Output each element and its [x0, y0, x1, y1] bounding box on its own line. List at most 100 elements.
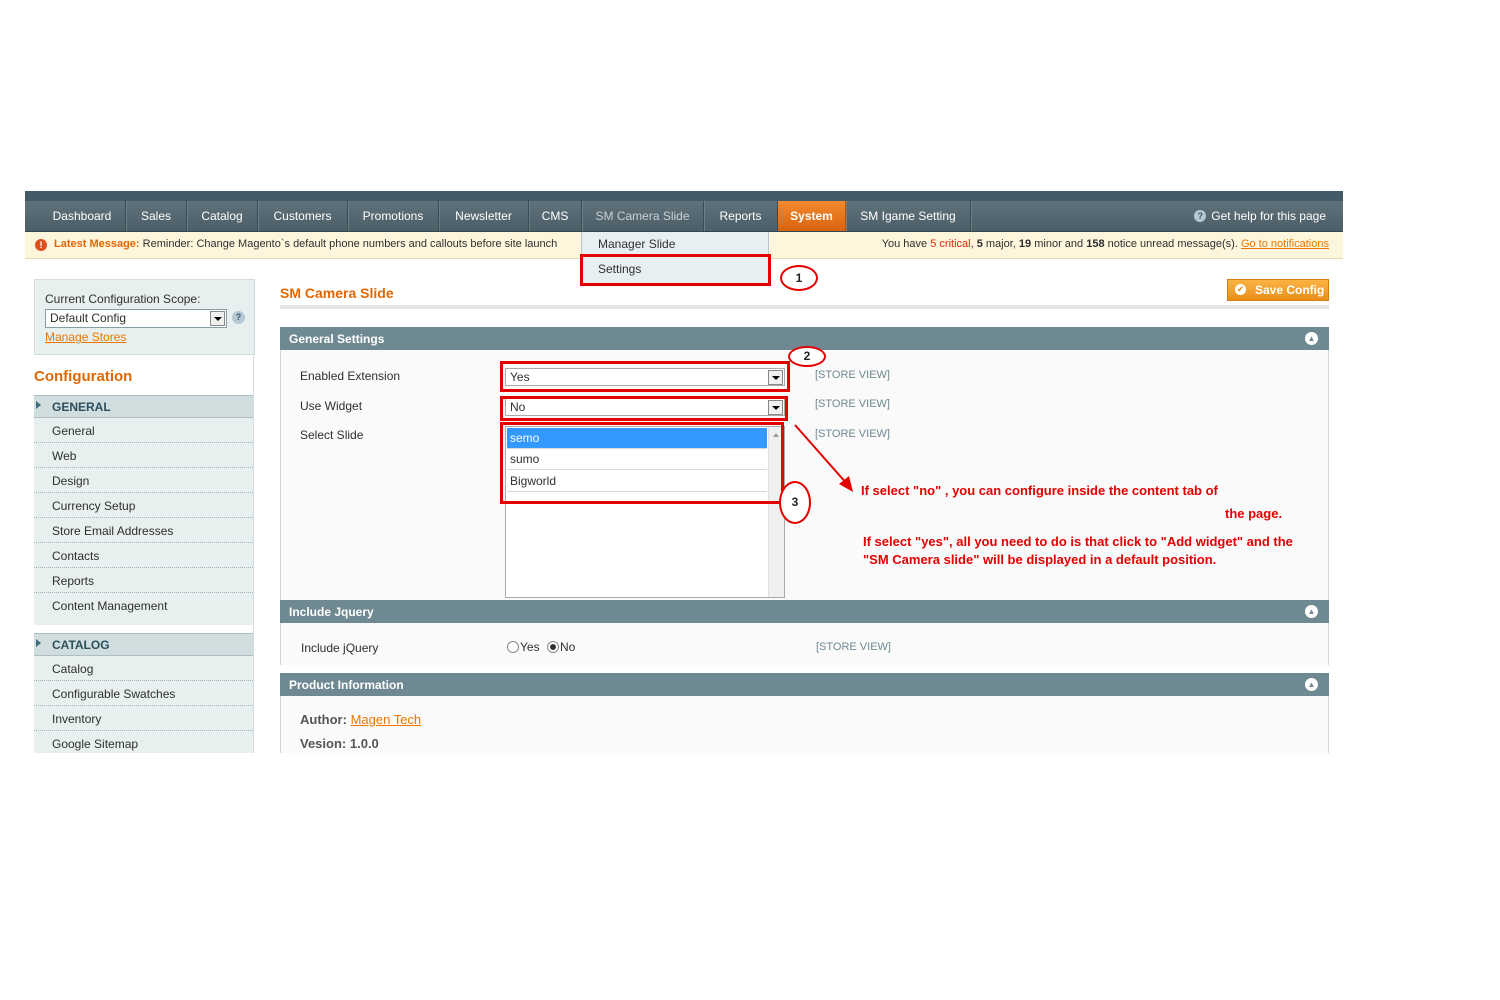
sidebar-group-general[interactable]: GENERAL	[34, 395, 253, 418]
major-label: major,	[985, 238, 1016, 250]
expand-arrow-icon	[36, 401, 41, 409]
minor-label: minor and	[1034, 238, 1084, 250]
highlight-slide-box	[500, 422, 784, 504]
nav-cms[interactable]: CMS	[529, 201, 582, 231]
latest-message-text: Reminder: Change Magento`s default phone…	[142, 238, 558, 250]
step-1-marker: 1	[780, 265, 818, 291]
latest-message-label: Latest Message:	[54, 238, 140, 250]
highlight-enabled-box	[500, 361, 790, 392]
item-label: Google Sitemap	[52, 737, 139, 751]
sidebar-item-general[interactable]: General	[34, 418, 253, 443]
enabled-extension-label: Enabled Extension	[300, 369, 401, 383]
nav-sales[interactable]: Sales	[126, 201, 187, 231]
sidebar-item-google-sitemap[interactable]: Google Sitemap	[34, 731, 253, 755]
sidebar-item-catalog[interactable]: Catalog	[34, 656, 253, 681]
highlight-settings-box	[580, 254, 771, 286]
nav-reports[interactable]: Reports	[704, 201, 778, 231]
save-label: Save Config	[1255, 283, 1325, 297]
nav-catalog[interactable]: Catalog	[187, 201, 258, 231]
sidebar-list-general: General Web Design Currency Setup Store …	[34, 418, 253, 625]
nav-customers[interactable]: Customers	[258, 201, 348, 231]
section-title: General Settings	[289, 332, 385, 346]
nav-promotions[interactable]: Promotions	[348, 201, 439, 231]
jquery-yes-radio[interactable]	[507, 641, 519, 653]
sidebar-edge	[253, 355, 254, 753]
scope-panel: Current Configuration Scope: Default Con…	[34, 279, 255, 355]
nav-newsletter[interactable]: Newsletter	[439, 201, 529, 231]
version-row: Vesion: 1.0.0	[300, 736, 379, 751]
summary-prefix: You have	[881, 238, 928, 250]
nav-system[interactable]: System	[778, 201, 846, 231]
item-label: Store Email Addresses	[52, 524, 174, 538]
item-label: Reports	[52, 574, 95, 588]
sidebar-item-configurable-swatches[interactable]: Configurable Swatches	[34, 681, 253, 706]
notice-count: 158	[1086, 238, 1105, 250]
sidebar-item-currency-setup[interactable]: Currency Setup	[34, 493, 253, 518]
help-link[interactable]: ? Get help for this page	[1194, 201, 1326, 231]
scope-help-icon[interactable]: ?	[232, 311, 245, 324]
store-view-tag: [STORE VIEW]	[816, 641, 891, 653]
major-count: 5	[976, 238, 983, 250]
manage-stores-link[interactable]: Manage Stores	[45, 330, 126, 344]
sidebar-title: Configuration	[34, 368, 133, 385]
include-jquery-body: Include jQuery Yes No [STORE VIEW]	[280, 623, 1329, 665]
scope-select[interactable]: Default Config	[45, 309, 227, 328]
title-divider	[280, 305, 1329, 309]
sidebar-item-reports[interactable]: Reports	[34, 568, 253, 593]
collapse-icon[interactable]: ▲	[1305, 678, 1318, 691]
jquery-no-label[interactable]: No	[560, 640, 575, 654]
scope-value: Default Config	[50, 311, 127, 325]
notice-label: notice unread message(s).	[1107, 238, 1238, 250]
section-include-jquery[interactable]: Include Jquery ▲	[280, 600, 1329, 623]
include-jquery-label: Include jQuery	[301, 641, 379, 655]
collapse-icon[interactable]: ▲	[1305, 605, 1318, 618]
menu-manager-slide[interactable]: Manager Slide	[598, 237, 675, 251]
select-slide-label: Select Slide	[300, 428, 364, 442]
note-yes: If select "yes", all you need to do is t…	[863, 534, 1293, 567]
item-label: Inventory	[52, 712, 102, 726]
section-title: Product Information	[289, 678, 404, 692]
store-view-tag: [STORE VIEW]	[815, 369, 890, 381]
version-value: 1.0.0	[349, 736, 379, 751]
sidebar-item-contacts[interactable]: Contacts	[34, 543, 253, 568]
nav-sm-camera-slide[interactable]: SM Camera Slide	[582, 201, 704, 231]
minor-count: 19	[1018, 238, 1032, 250]
nav-sm-igame-setting[interactable]: SM Igame Setting	[846, 201, 971, 231]
section-product-information[interactable]: Product Information ▲	[280, 673, 1329, 696]
annotation-arrow	[794, 424, 853, 492]
help-label: Get help for this page	[1211, 209, 1326, 223]
collapse-icon[interactable]: ▲	[1305, 332, 1318, 345]
item-label: Configurable Swatches	[52, 687, 176, 701]
scope-label: Current Configuration Scope:	[45, 292, 201, 306]
sidebar-item-design[interactable]: Design	[34, 468, 253, 493]
item-label: Web	[52, 449, 77, 463]
jquery-no-radio[interactable]	[547, 641, 559, 653]
item-label: Content Management	[52, 599, 168, 613]
note-no-line1: If select "no" , you can configure insid…	[861, 483, 1218, 498]
group-title: GENERAL	[52, 400, 111, 414]
note-no-line2: the page.	[1225, 506, 1283, 521]
step-2-marker: 2	[788, 346, 826, 367]
product-information-body: Author: Magen Tech Vesion: 1.0.0	[280, 696, 1329, 753]
help-icon: ?	[1194, 210, 1207, 222]
sidebar-item-store-email[interactable]: Store Email Addresses	[34, 518, 253, 543]
use-widget-label: Use Widget	[300, 399, 363, 413]
page-title: SM Camera Slide	[280, 285, 394, 301]
sidebar-item-web[interactable]: Web	[34, 443, 253, 468]
section-title: Include Jquery	[289, 605, 374, 619]
header-strip	[25, 191, 1343, 201]
save-config-button[interactable]: ✔ Save Config	[1227, 279, 1329, 301]
sidebar-item-inventory[interactable]: Inventory	[34, 706, 253, 731]
alert-icon: !	[35, 239, 47, 251]
main-nav: Dashboard Sales Catalog Customers Promot…	[25, 201, 1343, 232]
sidebar-group-catalog[interactable]: CATALOG	[34, 633, 253, 656]
jquery-yes-label[interactable]: Yes	[520, 640, 540, 654]
item-label: General	[52, 424, 95, 438]
version-label: Vesion:	[300, 736, 347, 751]
sidebar-list-catalog: Catalog Configurable Swatches Inventory …	[34, 656, 253, 753]
notifications-link[interactable]: Go to notifications	[1241, 238, 1329, 250]
nav-dashboard[interactable]: Dashboard	[39, 201, 126, 231]
author-link[interactable]: Magen Tech	[351, 712, 422, 727]
message-summary: You have 5 critical, 5 major, 19 minor a…	[881, 238, 1329, 250]
sidebar-item-content-management[interactable]: Content Management	[34, 593, 253, 625]
